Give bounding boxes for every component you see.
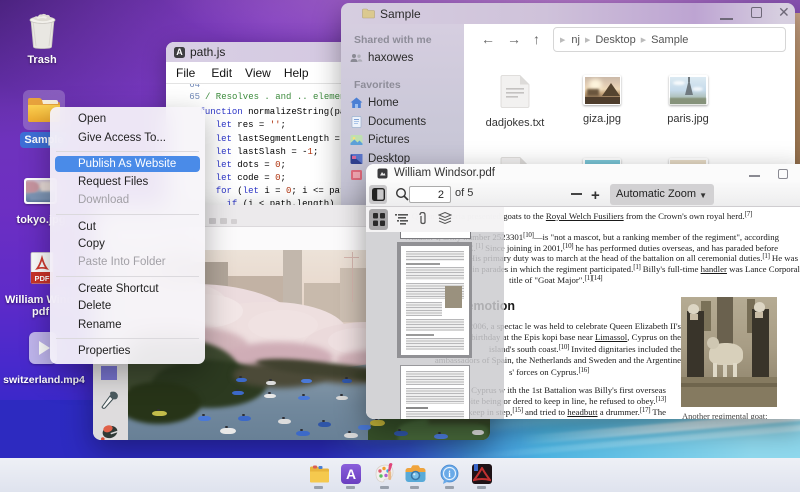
svg-text:PDF: PDF — [35, 274, 50, 283]
